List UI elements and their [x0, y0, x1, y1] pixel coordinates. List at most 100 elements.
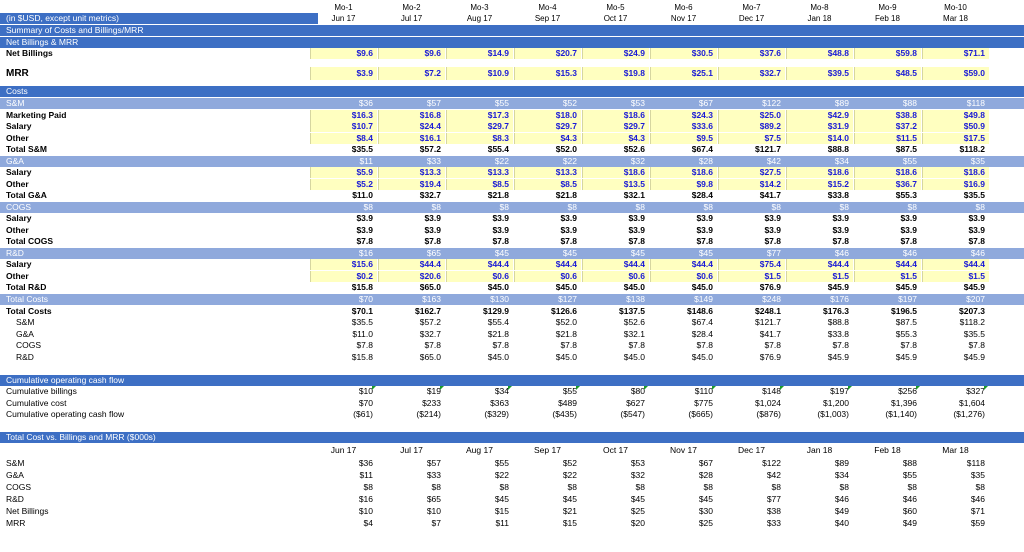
cell[interactable]: $46	[786, 494, 853, 505]
cell[interactable]: $8	[854, 482, 921, 493]
cell[interactable]: ($435)	[514, 409, 581, 420]
cell[interactable]: $8	[786, 482, 853, 493]
cell[interactable]: $15	[514, 518, 581, 529]
cell[interactable]: $1,396	[854, 398, 921, 409]
cell[interactable]: $8.3	[446, 133, 513, 144]
cell[interactable]: $33.8	[786, 190, 853, 201]
cell[interactable]: $29.7	[514, 121, 581, 132]
cell[interactable]: $11.5	[854, 133, 921, 144]
cell[interactable]: $489	[514, 398, 581, 409]
cell[interactable]: Feb 18	[854, 445, 921, 456]
cell[interactable]: $33.6	[650, 121, 717, 132]
cell[interactable]: $36.7	[854, 179, 921, 190]
cell[interactable]: $7.8	[446, 340, 513, 351]
cell[interactable]: $55.4	[446, 144, 513, 155]
cell[interactable]: $8	[446, 482, 513, 493]
cell[interactable]: $46	[854, 494, 921, 505]
cell[interactable]: $75.4	[718, 259, 785, 270]
cell[interactable]: $88	[854, 98, 921, 109]
cell[interactable]: Mar 18	[922, 13, 989, 24]
cell[interactable]: $45.0	[446, 352, 513, 363]
cell[interactable]: $8	[514, 482, 581, 493]
cell[interactable]: $3.9	[310, 213, 377, 224]
cell[interactable]: $57	[378, 98, 445, 109]
cell[interactable]: $197	[786, 386, 853, 397]
cell[interactable]: $67.4	[650, 144, 717, 155]
cell[interactable]: $49	[786, 506, 853, 517]
cell[interactable]: $1.5	[718, 271, 785, 282]
cell[interactable]: $122	[718, 98, 785, 109]
cell[interactable]: $3.9	[446, 213, 513, 224]
cell[interactable]: $46	[922, 248, 989, 259]
cell[interactable]: $48.8	[786, 48, 853, 59]
cell[interactable]: $19	[378, 386, 445, 397]
cell[interactable]: $80	[582, 386, 649, 397]
cell[interactable]: $32.7	[378, 329, 445, 340]
cell[interactable]: $45.0	[514, 352, 581, 363]
cell[interactable]: $7.8	[650, 236, 717, 247]
cell[interactable]: $42.9	[786, 110, 853, 121]
cell[interactable]: $8	[514, 202, 581, 213]
cell[interactable]: $55.4	[446, 317, 513, 328]
cell[interactable]: $8	[446, 202, 513, 213]
cell[interactable]: $15.6	[310, 259, 377, 270]
cell[interactable]: $18.6	[854, 167, 921, 178]
cell[interactable]: $22	[514, 156, 581, 167]
cell[interactable]: Jun 17	[310, 13, 377, 24]
cell[interactable]: $52	[514, 98, 581, 109]
cell[interactable]: $18.6	[582, 167, 649, 178]
cell[interactable]: $137.5	[582, 306, 649, 317]
cell[interactable]: $10	[310, 386, 377, 397]
cell[interactable]: $77	[718, 248, 785, 259]
cell[interactable]: $35.5	[310, 144, 377, 155]
cell[interactable]: Sep 17	[514, 13, 581, 24]
cell[interactable]: $14.2	[718, 179, 785, 190]
cell[interactable]: $248.1	[718, 306, 785, 317]
cell[interactable]: $7.8	[922, 236, 989, 247]
cell[interactable]: $32.7	[378, 190, 445, 201]
cell[interactable]: $21.8	[514, 190, 581, 201]
cell[interactable]: $45	[582, 494, 649, 505]
cell[interactable]: $1,024	[718, 398, 785, 409]
cell[interactable]: $27.5	[718, 167, 785, 178]
cell[interactable]: $3.9	[650, 225, 717, 236]
cell[interactable]: Mo-9	[854, 2, 921, 13]
cell[interactable]: $65.0	[378, 352, 445, 363]
cell[interactable]: $49	[854, 518, 921, 529]
cell[interactable]: ($1,276)	[922, 409, 989, 420]
cell[interactable]: $89	[786, 98, 853, 109]
cell[interactable]: $17.5	[922, 133, 989, 144]
cell[interactable]: $45.9	[922, 352, 989, 363]
cell[interactable]: $32	[582, 470, 649, 481]
cell[interactable]: Mo-8	[786, 2, 853, 13]
cell[interactable]: Mo-5	[582, 2, 649, 13]
cell[interactable]: Jul 17	[378, 13, 445, 24]
cell[interactable]: $46	[786, 248, 853, 259]
cell[interactable]: $19.4	[378, 179, 445, 190]
cell[interactable]: $44.4	[582, 259, 649, 270]
cell[interactable]: $19.8	[582, 67, 649, 80]
cell[interactable]: $14.0	[786, 133, 853, 144]
cell[interactable]: ($61)	[310, 409, 377, 420]
cell[interactable]: $22	[446, 470, 513, 481]
cell[interactable]: $3.9	[854, 213, 921, 224]
cell[interactable]: $9.8	[650, 179, 717, 190]
cell[interactable]: $46	[854, 248, 921, 259]
cell[interactable]: $57.2	[378, 144, 445, 155]
cell[interactable]: $8	[718, 202, 785, 213]
cell[interactable]: $8.4	[310, 133, 377, 144]
cell[interactable]: $8	[310, 202, 377, 213]
cell[interactable]: $55	[854, 156, 921, 167]
cell[interactable]: $15.8	[310, 352, 377, 363]
cell[interactable]: $48.5	[854, 67, 921, 80]
cell[interactable]: Nov 17	[650, 13, 717, 24]
cell[interactable]: $60	[854, 506, 921, 517]
cell[interactable]: $130	[446, 294, 513, 305]
cell[interactable]: Mar 18	[922, 445, 989, 456]
cell[interactable]: $29.7	[582, 121, 649, 132]
cell[interactable]: $20.7	[514, 48, 581, 59]
cell[interactable]: $20.6	[378, 271, 445, 282]
cell[interactable]: $34	[786, 470, 853, 481]
cell[interactable]: $7.8	[650, 340, 717, 351]
cell[interactable]: $3.9	[718, 225, 785, 236]
